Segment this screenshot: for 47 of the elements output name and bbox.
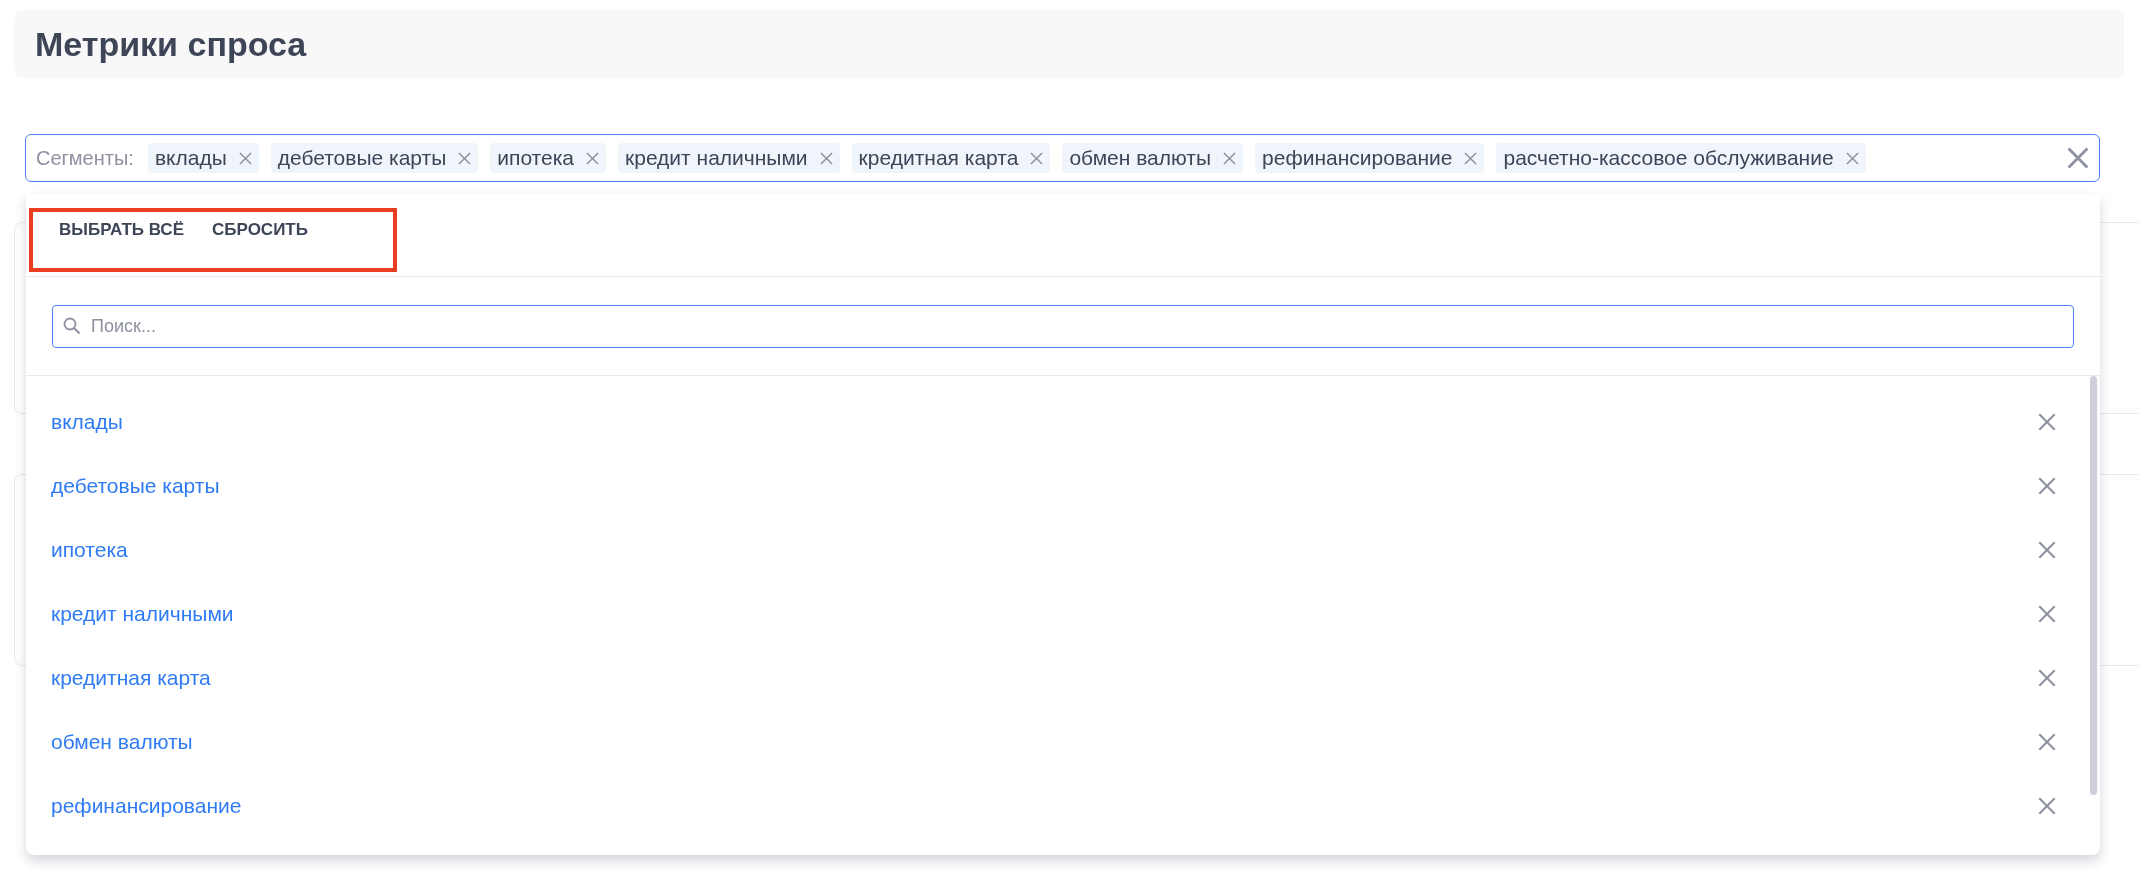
search-icon xyxy=(63,317,81,335)
option-label: ипотека xyxy=(51,538,128,562)
option-row[interactable]: рефинансирование xyxy=(26,774,2090,838)
close-icon xyxy=(586,151,599,165)
option-row[interactable]: кредит наличными xyxy=(26,582,2090,646)
close-icon xyxy=(1030,151,1044,165)
segments-label: Сегменты: xyxy=(36,146,134,170)
segment-tag[interactable]: ипотека xyxy=(490,143,606,173)
close-icon xyxy=(238,151,252,165)
option-label: обмен валюты xyxy=(51,730,193,754)
page-title: Метрики спроса xyxy=(35,24,307,64)
segment-tag[interactable]: кредит наличными xyxy=(618,143,840,173)
close-icon xyxy=(2038,477,2056,495)
close-icon xyxy=(2038,797,2056,815)
close-icon xyxy=(819,151,833,165)
close-icon xyxy=(1845,151,1859,165)
option-row[interactable]: кредитная карта xyxy=(26,646,2090,710)
close-icon xyxy=(2038,733,2056,751)
search-field[interactable]: Поиск... xyxy=(52,305,2074,348)
option-label: кредитная карта xyxy=(51,666,211,690)
segments-select[interactable]: Сегменты: вклады дебетовые карты ипотека кредит наличными кредитная карта обмен валюты рефинансирование расчетно-кассовое обслуживание xyxy=(25,134,2100,182)
close-icon xyxy=(458,151,472,165)
segment-tag[interactable]: дебетовые карты xyxy=(270,143,479,173)
clear-button[interactable] xyxy=(2067,147,2089,169)
segment-tag[interactable]: обмен валюты xyxy=(1062,143,1244,173)
option-row[interactable]: вклады xyxy=(26,390,2090,454)
close-icon xyxy=(2067,147,2089,169)
segment-tag[interactable]: вклады xyxy=(147,143,259,173)
close-icon xyxy=(2038,605,2056,623)
option-label: дебетовые карты xyxy=(51,474,220,498)
segment-tag[interactable]: рефинансирование xyxy=(1255,143,1485,173)
scrollbar[interactable] xyxy=(2090,376,2097,795)
close-icon xyxy=(2038,669,2056,687)
close-icon xyxy=(1223,151,1237,165)
segment-tag[interactable]: расчетно-кассовое обслуживание xyxy=(1496,143,1866,173)
action-button[interactable]: ВЫБРАТЬ ВСЁ xyxy=(59,220,185,240)
close-icon xyxy=(1464,151,1478,165)
option-row[interactable]: ипотека xyxy=(26,518,2090,582)
close-icon xyxy=(2038,541,2056,559)
option-row[interactable]: дебетовые карты xyxy=(26,454,2090,518)
option-row[interactable]: обмен валюты xyxy=(26,710,2090,774)
option-label: вклады xyxy=(51,410,123,434)
close-icon xyxy=(2038,413,2056,431)
option-label: рефинансирование xyxy=(51,794,242,818)
segment-tag[interactable]: кредитная карта xyxy=(851,143,1051,173)
option-label: кредит наличными xyxy=(51,602,234,626)
action-button[interactable]: СБРОСИТЬ xyxy=(212,220,308,240)
